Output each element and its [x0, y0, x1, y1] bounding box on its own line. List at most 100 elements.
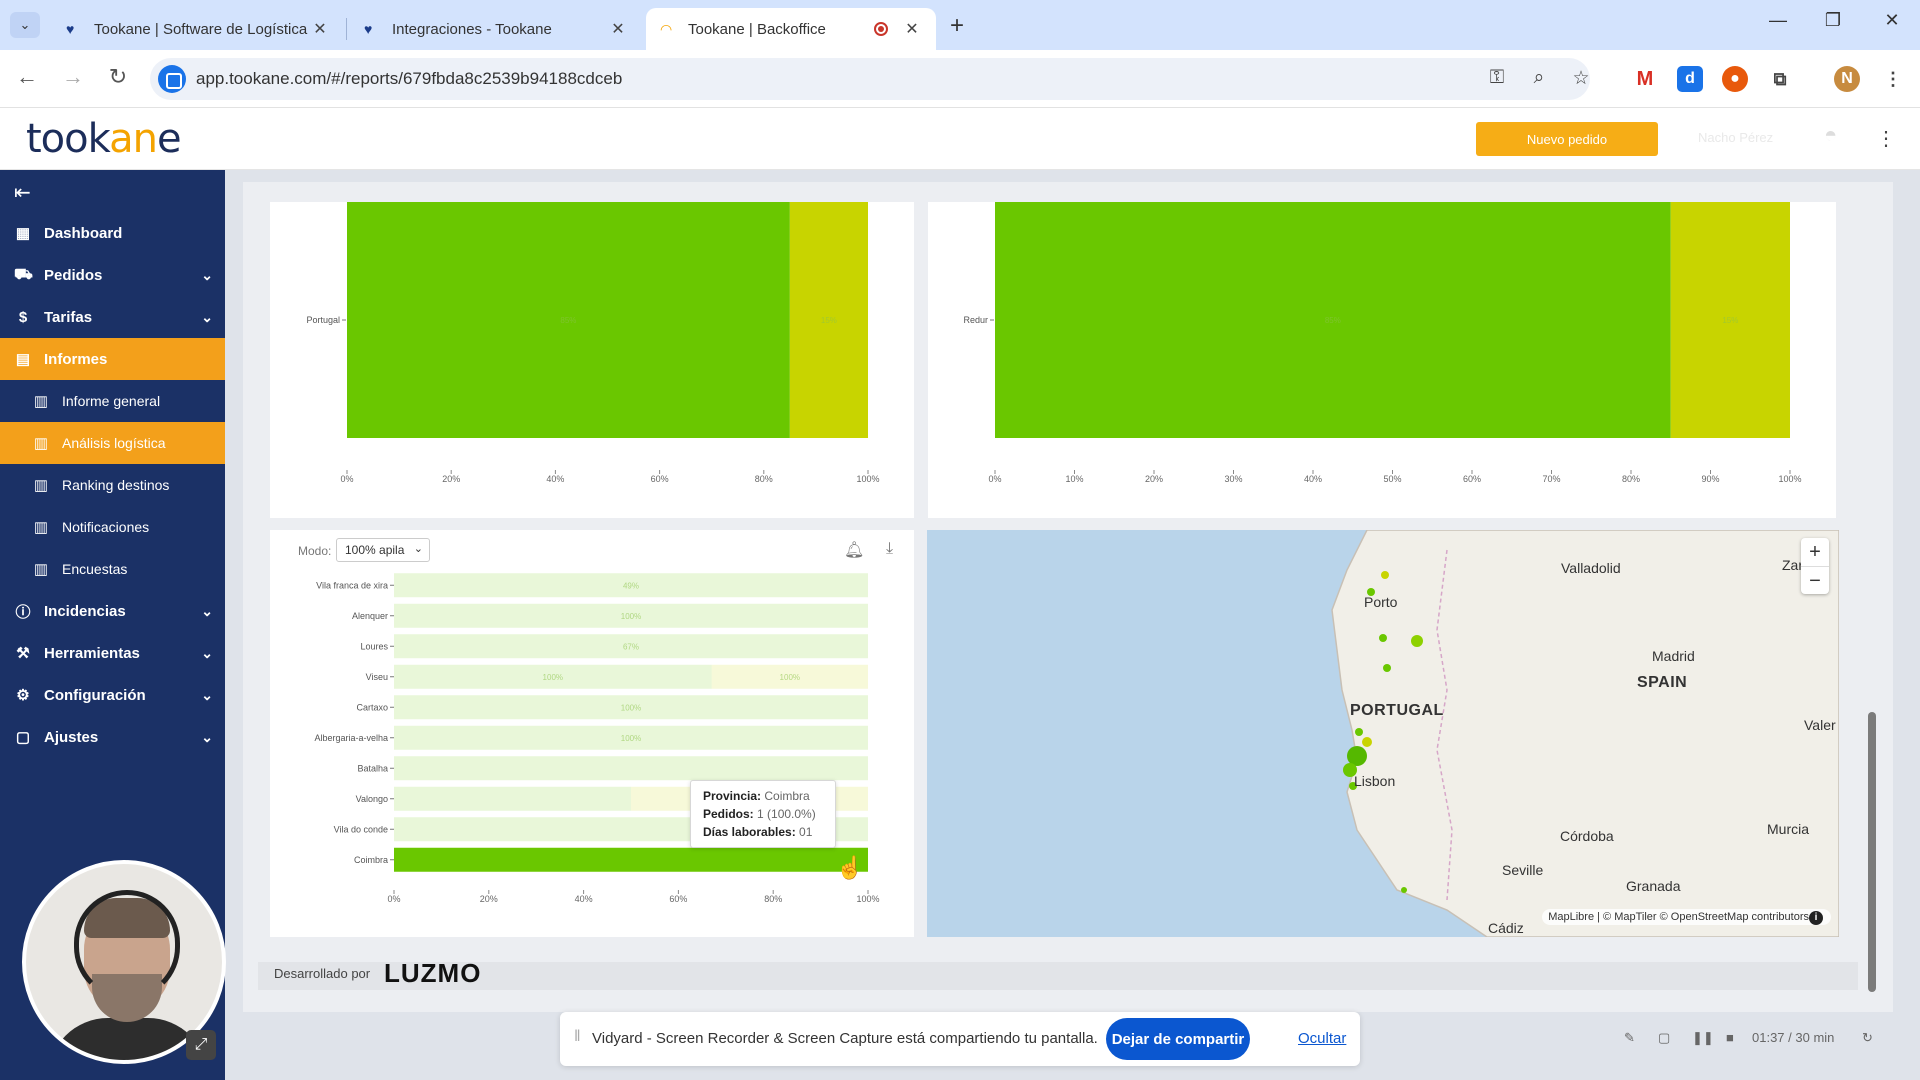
- recording-icon: [874, 22, 888, 36]
- tab-search-button[interactable]: ⌄: [10, 12, 40, 38]
- address-bar[interactable]: app.tookane.com/#/reports/679fbda8c2539b…: [150, 58, 1590, 100]
- expand-webcam-icon[interactable]: ⤢: [186, 1030, 216, 1060]
- zoom-out-button[interactable]: −: [1801, 566, 1829, 594]
- powered-by-bar: [258, 962, 1858, 990]
- minimize-icon[interactable]: —: [1758, 10, 1798, 31]
- map-widget[interactable]: Valladolid Porto Madrid SPAIN PORTUGAL L…: [927, 530, 1839, 937]
- browser-menu-icon[interactable]: ⋮: [1880, 66, 1906, 92]
- user-name[interactable]: Nacho Pérez: [1698, 130, 1773, 145]
- axis-tick-label: 0%: [340, 474, 353, 484]
- stacked-bar-chart-carrier[interactable]: Redur 85% 15% 0% 10% 20% 30% 40% 50% 60% 70% 80% 90%…: [928, 202, 1836, 518]
- map-label-madrid: Madrid: [1652, 648, 1695, 664]
- forward-icon[interactable]: →: [58, 64, 88, 90]
- sidebar-item-incidencias[interactable]: ⓘ Incidencias ⌄: [0, 590, 225, 632]
- restore-icon[interactable]: ❐: [1813, 10, 1853, 31]
- browser-tab-1[interactable]: ♥ Tookane | Software de Logística ✕: [52, 8, 344, 50]
- zoom-in-button[interactable]: +: [1801, 538, 1829, 566]
- zoom-icon[interactable]: ⌕: [1526, 67, 1552, 89]
- sidebar-item-tarifas[interactable]: $ Tarifas ⌄: [0, 296, 225, 338]
- user-avatar-icon[interactable]: ◓: [1824, 122, 1850, 148]
- chart-card-province: Modo: 100% apila ⌄ 🔔︎ ⤓ Vila franca de x…: [270, 530, 914, 937]
- new-order-button[interactable]: Nuevo pedido: [1476, 122, 1658, 156]
- new-tab-icon[interactable]: +: [950, 12, 964, 40]
- category-label: Portugal: [306, 315, 340, 325]
- map-label-cadiz: Cádiz: [1488, 920, 1524, 936]
- attribution-text[interactable]: MapLibre | © MapTiler © OpenStreetMap co…: [1548, 911, 1809, 923]
- close-tab-icon[interactable]: ✕: [310, 19, 330, 39]
- sidebar-item-ranking-destinos[interactable]: ▥ Ranking destinos: [0, 464, 225, 506]
- close-window-icon[interactable]: ✕: [1872, 10, 1912, 31]
- stop-sharing-button[interactable]: Dejar de compartir: [1106, 1018, 1250, 1060]
- axis-tick-label: 100%: [856, 894, 879, 904]
- close-tab-icon[interactable]: ✕: [608, 19, 628, 39]
- sidebar-item-label: Herramientas: [44, 644, 140, 662]
- mouse-cursor-icon: ☝: [836, 855, 864, 880]
- data-label: 15%: [1722, 316, 1738, 325]
- site-info-icon[interactable]: [158, 65, 186, 93]
- docs-extension-icon[interactable]: d: [1677, 66, 1703, 92]
- hide-link[interactable]: Ocultar: [1298, 1030, 1346, 1047]
- bookmark-star-icon[interactable]: ☆: [1568, 67, 1594, 90]
- recorder-extension-icon[interactable]: ●: [1722, 66, 1748, 92]
- square-icon[interactable]: ▢: [1658, 1030, 1670, 1046]
- sidebar-item-configuracion[interactable]: ⚙ Configuración ⌄: [0, 674, 225, 716]
- drag-handle-icon[interactable]: ‖: [574, 1028, 581, 1046]
- axis-tick-label: 80%: [764, 894, 782, 904]
- url-text[interactable]: app.tookane.com/#/reports/679fbda8c2539b…: [196, 69, 622, 89]
- stop-icon[interactable]: ■: [1726, 1030, 1734, 1045]
- map-label-portugal: PORTUGAL: [1350, 702, 1444, 719]
- tookane-favicon-icon: ♥: [364, 21, 373, 37]
- land-shape: [1331, 530, 1839, 937]
- axis-tick-label: 40%: [546, 474, 564, 484]
- luzmo-logo[interactable]: LUZMO: [384, 958, 481, 989]
- dashboard-icon: ▦: [15, 225, 31, 242]
- pause-icon[interactable]: ❚❚: [1692, 1030, 1714, 1046]
- alert-icon: ⓘ: [15, 603, 31, 621]
- sidebar-item-ajustes[interactable]: ▢ Ajustes ⌄: [0, 716, 225, 758]
- headset-icon: [74, 890, 180, 1000]
- map-attribution[interactable]: MapLibre | © MapTiler © OpenStreetMap co…: [1542, 909, 1831, 925]
- category-label: Alenquer: [352, 611, 388, 621]
- tab-separator: [346, 18, 347, 40]
- info-icon[interactable]: i: [1809, 911, 1823, 925]
- tookane-logo[interactable]: tookane: [26, 116, 182, 162]
- gmail-extension-icon[interactable]: M: [1632, 66, 1658, 92]
- stacked-bar-chart-country[interactable]: Portugal 85% 15% 0% 20% 40% 60% 80% 100%: [270, 202, 914, 518]
- sidebar-item-dashboard[interactable]: ▦ Dashboard: [0, 212, 225, 254]
- chart-card-portugal: Portugal 85% 15% 0% 20% 40% 60% 80% 100%: [270, 202, 914, 518]
- category-label: Vila franca de xira: [316, 580, 388, 590]
- close-tab-icon[interactable]: ✕: [902, 19, 922, 39]
- sidebar-item-notificaciones[interactable]: ▥ Notificaciones: [0, 506, 225, 548]
- more-options-icon[interactable]: ⋮: [1876, 126, 1896, 151]
- data-label: 15%: [821, 316, 837, 325]
- back-icon[interactable]: ←: [12, 64, 42, 90]
- chevron-down-icon: ⌄: [201, 308, 213, 325]
- axis-tick-label: 90%: [1701, 474, 1719, 484]
- browser-tab-2[interactable]: ♥ Integraciones - Tookane ✕: [350, 8, 642, 50]
- axis-tick-label: 60%: [1463, 474, 1481, 484]
- sidebar-item-herramientas[interactable]: ⚒ Herramientas ⌄: [0, 632, 225, 674]
- browser-tab-active[interactable]: ◠ Tookane | Backoffice ✕: [646, 8, 936, 50]
- sidebar-item-informe-general[interactable]: ▥ Informe general: [0, 380, 225, 422]
- axis-tick-label: 80%: [755, 474, 773, 484]
- pen-icon[interactable]: ✎: [1624, 1030, 1635, 1046]
- reload-icon[interactable]: ↻: [103, 64, 133, 90]
- browser-tab-bar: ⌄ ♥ Tookane | Software de Logística ✕ ♥ …: [0, 0, 1920, 50]
- data-label: 67%: [623, 642, 639, 651]
- map-label-valladolid: Valladolid: [1561, 560, 1621, 576]
- stacked-bar-chart-province[interactable]: Vila franca de xira 49% Alenquer 100% Loures…: [270, 530, 914, 937]
- password-key-icon[interactable]: ⚿: [1484, 67, 1510, 89]
- restart-icon[interactable]: ↻: [1862, 1030, 1873, 1046]
- sidebar-item-analisis-logistica[interactable]: ▥ Análisis logística: [0, 422, 225, 464]
- data-label: 100%: [621, 734, 641, 743]
- profile-avatar-icon[interactable]: N: [1834, 66, 1860, 92]
- extensions-puzzle-icon[interactable]: ⧉: [1767, 66, 1793, 92]
- map-label-murcia: Murcia: [1767, 821, 1810, 837]
- logo-text: took: [26, 116, 110, 162]
- sidebar-item-pedidos[interactable]: ⛟ Pedidos ⌄: [0, 254, 225, 296]
- sidebar-item-encuestas[interactable]: ▥ Encuestas: [0, 548, 225, 590]
- collapse-menu-icon[interactable]: ⇤: [14, 180, 31, 205]
- dashboard-scrollbar[interactable]: [1868, 712, 1876, 992]
- briefcase-icon: ▢: [15, 729, 31, 746]
- sidebar-item-informes[interactable]: ▤ Informes: [0, 338, 225, 380]
